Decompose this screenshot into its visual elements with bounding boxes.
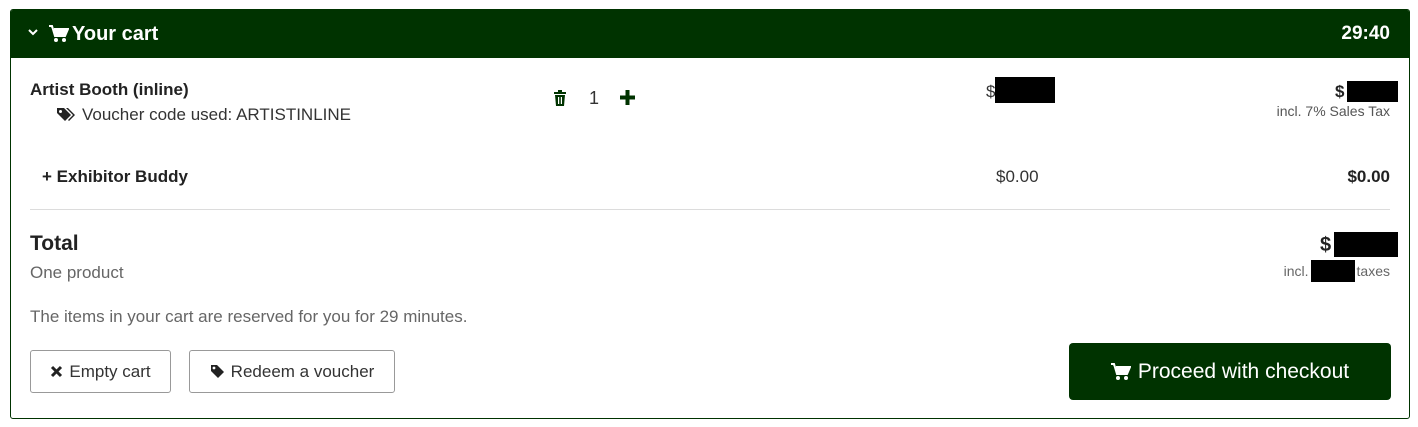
total-label: Total (30, 232, 79, 255)
item-name: + Exhibitor Buddy (42, 167, 188, 186)
incl-label: incl. (1283, 263, 1309, 279)
tags-icon (57, 108, 75, 121)
checkout-button[interactable]: Proceed with checkout (1069, 343, 1391, 400)
item-total: $0.00 (1347, 167, 1390, 186)
plus-icon[interactable] (620, 90, 635, 105)
redeem-voucher-button[interactable]: Redeem a voucher (189, 350, 395, 393)
taxes-label: taxes (1356, 263, 1390, 279)
cart-panel: Your cart 29:40 Artist Booth (inline) Vo… (10, 9, 1410, 419)
empty-cart-label: Empty cart (69, 361, 151, 381)
tag-icon (210, 365, 224, 378)
trash-icon[interactable] (553, 90, 567, 106)
empty-cart-button[interactable]: Empty cart (30, 350, 171, 393)
cart-icon (1110, 362, 1131, 380)
voucher-text: Voucher code used: ARTISTINLINE (82, 105, 351, 124)
redacted-tax-amount (1310, 260, 1355, 282)
cart-header[interactable]: Your cart 29:40 (11, 10, 1409, 58)
cart-title: Your cart (72, 23, 159, 45)
cart-timer: 29:40 (1341, 23, 1390, 44)
taxes-note: incl. taxes (1284, 260, 1390, 282)
redacted-total (1347, 81, 1398, 102)
redacted-grand-total (1334, 232, 1398, 257)
close-icon (51, 365, 63, 378)
redacted-price (995, 77, 1055, 103)
checkout-label: Proceed with checkout (1137, 359, 1350, 383)
item-name: Artist Booth (inline) (30, 80, 189, 99)
quantity-value: 1 (589, 88, 600, 108)
grand-total-prefix: $ (1320, 234, 1332, 256)
voucher-used-row: Voucher code used: ARTISTINLINE (56, 105, 351, 125)
item-total-prefix: $ (1335, 82, 1345, 101)
cart-icon (49, 25, 69, 42)
tax-note: incl. 7% Sales Tax (1276, 103, 1390, 119)
chevron-down-icon[interactable] (26, 25, 40, 39)
product-count: One product (30, 263, 124, 282)
item-price: $0.00 (996, 167, 1039, 186)
reservation-note: The items in your cart are reserved for … (30, 307, 468, 326)
divider (30, 209, 1390, 210)
redeem-voucher-label: Redeem a voucher (230, 361, 375, 381)
